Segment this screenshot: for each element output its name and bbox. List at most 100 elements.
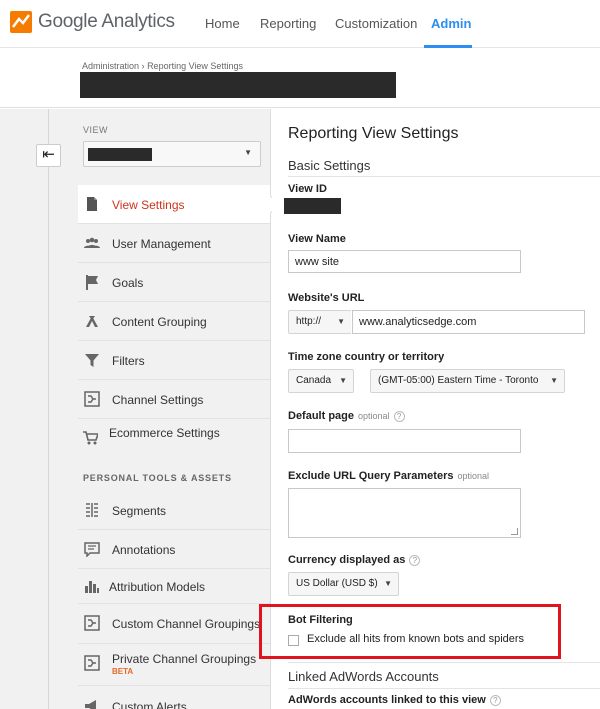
adwords-linked-label-text: AdWords accounts linked to this view — [288, 694, 486, 706]
sidebar-item-annotations[interactable]: Annotations — [78, 530, 270, 569]
section-divider — [288, 662, 600, 663]
default-page-label-text: Default page — [288, 410, 355, 422]
help-icon[interactable]: ? — [489, 695, 501, 706]
sidebar-item-attribution-models[interactable]: Attribution Models — [78, 569, 270, 604]
help-icon[interactable]: ? — [409, 555, 421, 566]
section-basic-settings: Basic Settings — [288, 158, 371, 173]
resize-handle-icon[interactable] — [511, 528, 518, 535]
breadcrumb-administration[interactable]: Administration — [82, 61, 139, 71]
brand-product: Analytics — [101, 11, 175, 32]
section-divider — [288, 688, 600, 689]
view-label: VIEW — [83, 125, 109, 135]
currency-label: Currency displayed as? — [288, 554, 421, 566]
exclude-params-label-text: Exclude URL Query Parameters — [288, 470, 454, 482]
breadcrumb: Administration › Reporting View Settings — [82, 61, 243, 71]
currency-label-text: Currency displayed as — [288, 554, 406, 566]
cart-icon — [83, 431, 98, 445]
brand-name: Google Analytics — [38, 11, 175, 33]
country-value: Canada — [296, 375, 332, 386]
page-title: Reporting View Settings — [288, 125, 459, 142]
content-grouping-icon — [86, 316, 98, 327]
redacted-view-name — [88, 148, 152, 161]
sidebar-divider-line — [48, 109, 49, 709]
adwords-linked-label: AdWords accounts linked to this view? — [288, 694, 501, 706]
view-id-label: View ID — [288, 183, 327, 195]
personal-tools-menu: Segments Annotations Attribution Models … — [78, 491, 270, 709]
admin-sidebar: ⇤ VIEW ▼ View Settings User Management G… — [0, 109, 271, 709]
redacted-account-name — [80, 72, 396, 98]
back-button[interactable]: ⇤ — [36, 144, 61, 167]
sidebar-item-segments[interactable]: Segments — [78, 491, 270, 530]
sidebar-item-custom-alerts[interactable]: Custom Alerts — [78, 686, 270, 709]
flag-icon — [86, 275, 98, 290]
protocol-select[interactable]: http:// ▼ — [288, 310, 351, 334]
nav-home[interactable]: Home — [205, 16, 240, 31]
nav-reporting[interactable]: Reporting — [260, 16, 316, 31]
sidebar-item-label: Goals — [112, 276, 144, 290]
view-menu: View Settings User Management Goals Cont… — [78, 185, 270, 458]
default-page-label: Default page optional? — [288, 410, 405, 422]
document-icon — [87, 197, 97, 211]
chevron-down-icon: ▼ — [337, 317, 345, 326]
sidebar-item-view-settings[interactable]: View Settings — [78, 185, 270, 224]
bot-filtering-highlight-box — [259, 604, 561, 659]
nav-customization[interactable]: Customization — [335, 16, 417, 31]
sidebar-item-label: Channel Settings — [112, 393, 204, 407]
beta-badge: BETA — [112, 667, 134, 676]
chevron-down-icon: ▼ — [339, 376, 347, 385]
sidebar-item-custom-channel-groupings[interactable]: Custom Channel Groupings — [78, 604, 270, 644]
protocol-value: http:// — [296, 316, 322, 327]
channel-grouping-icon — [84, 655, 100, 671]
currency-value: US Dollar (USD $) — [296, 578, 378, 589]
timezone-value: (GMT-05:00) Eastern Time - Toronto — [378, 375, 539, 386]
sidebar-item-label: Ecommerce Settings — [109, 426, 220, 440]
sidebar-item-filters[interactable]: Filters — [78, 341, 270, 380]
section-heading-personal-tools: PERSONAL TOOLS & ASSETS — [83, 473, 232, 483]
megaphone-icon — [85, 700, 96, 709]
bar-chart-icon — [85, 581, 99, 593]
sidebar-item-label: Custom Alerts — [112, 700, 187, 709]
view-name-label: View Name — [288, 233, 346, 245]
brand-google: Google — [38, 11, 98, 32]
section-linked-adwords: Linked AdWords Accounts — [288, 669, 439, 684]
website-url-input[interactable] — [352, 310, 585, 334]
sidebar-item-label: Attribution Models — [109, 580, 206, 594]
google-analytics-logo-icon[interactable] — [10, 11, 32, 33]
sidebar-item-label: Private Channel Groupings — [112, 652, 257, 666]
sidebar-item-label: User Management — [112, 237, 211, 251]
default-page-input[interactable] — [288, 429, 521, 453]
exclude-params-textarea[interactable] — [288, 488, 521, 538]
view-selector[interactable]: ▼ — [83, 141, 261, 167]
sidebar-item-label: Content Grouping — [112, 315, 207, 329]
country-select[interactable]: Canada ▼ — [288, 369, 354, 393]
sidebar-item-private-channel-groupings[interactable]: Private Channel Groupings BETA — [78, 644, 270, 686]
exclude-params-label: Exclude URL Query Parameters optional — [288, 470, 489, 482]
timezone-label: Time zone country or territory — [288, 351, 445, 363]
funnel-icon — [85, 354, 99, 367]
optional-tag: optional — [457, 471, 490, 481]
sidebar-item-goals[interactable]: Goals — [78, 263, 270, 302]
timezone-select[interactable]: (GMT-05:00) Eastern Time - Toronto ▼ — [370, 369, 565, 393]
chevron-down-icon: ▼ — [550, 376, 558, 385]
sidebar-item-label: Annotations — [112, 543, 176, 557]
help-icon[interactable]: ? — [393, 411, 405, 422]
sidebar-item-label: Custom Channel Groupings — [112, 617, 261, 631]
nav-admin[interactable]: Admin — [431, 16, 471, 31]
chevron-down-icon: ▼ — [384, 579, 392, 588]
sidebar-item-user-management[interactable]: User Management — [78, 224, 270, 263]
sidebar-item-label: Filters — [112, 354, 145, 368]
users-icon — [84, 237, 100, 248]
segments-icon — [86, 503, 98, 517]
sidebar-item-ecommerce-settings[interactable]: Ecommerce Settings — [78, 419, 270, 458]
annotation-icon — [84, 542, 100, 557]
optional-tag: optional — [358, 411, 390, 421]
channel-grouping-icon — [84, 615, 100, 631]
channel-settings-icon — [84, 391, 100, 407]
view-name-input[interactable] — [288, 250, 521, 273]
sidebar-item-channel-settings[interactable]: Channel Settings — [78, 380, 270, 419]
currency-select[interactable]: US Dollar (USD $) ▼ — [288, 572, 399, 596]
redacted-view-id — [284, 198, 341, 214]
breadcrumb-separator: › — [141, 61, 145, 71]
sidebar-item-content-grouping[interactable]: Content Grouping — [78, 302, 270, 341]
sidebar-item-label: Segments — [112, 504, 167, 518]
